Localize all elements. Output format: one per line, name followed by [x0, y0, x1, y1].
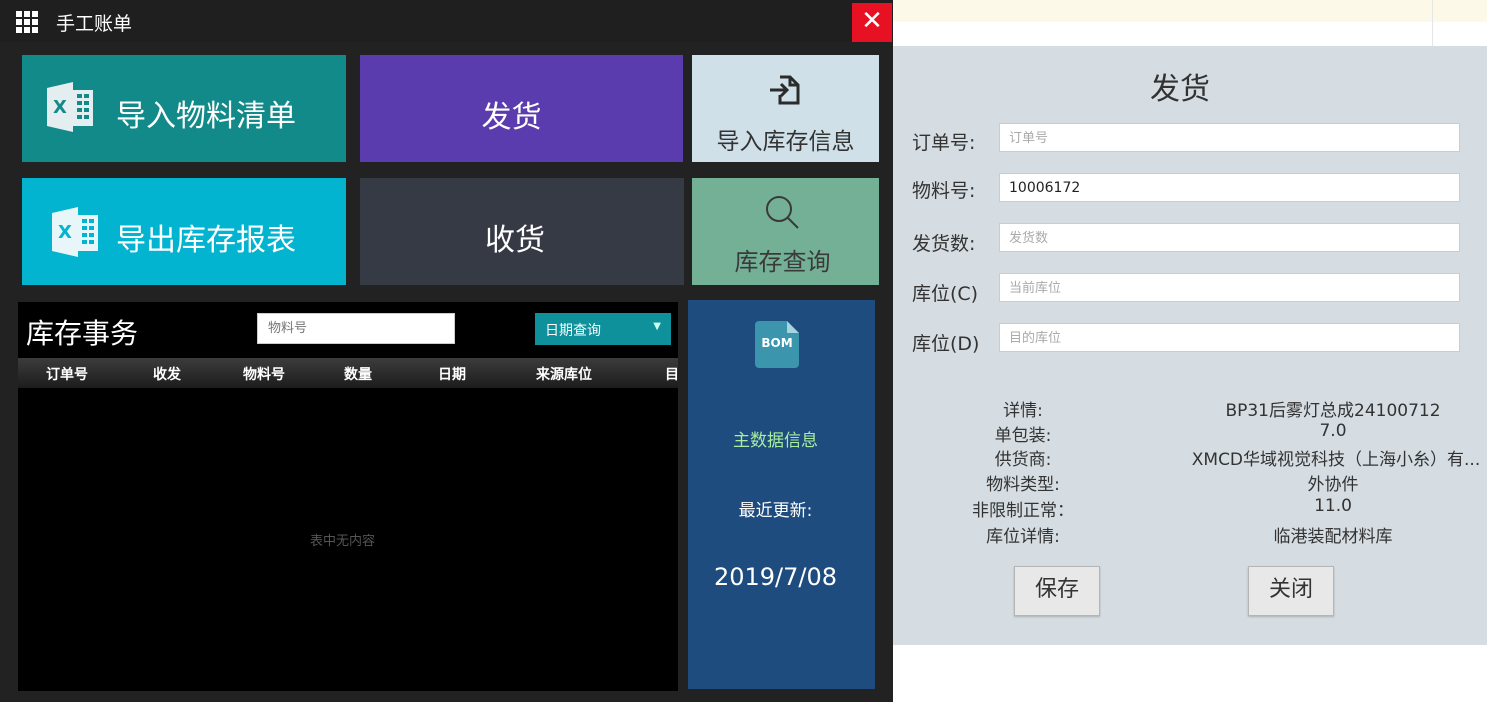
material-search-input[interactable]	[257, 313, 455, 344]
destination-location-input[interactable]	[999, 323, 1460, 352]
ship-label: 发货	[481, 100, 542, 135]
receive-tile[interactable]: 收货	[360, 178, 684, 285]
file-import-icon	[768, 73, 802, 111]
ship-dialog: 发货 订单号: 物料号: 发货数: 库位(C) 库位(D) 详情: BP31后雾…	[893, 46, 1487, 645]
unit-pack-label: 单包装:	[994, 426, 1052, 446]
import-materials-tile[interactable]: X 导入物料清单	[22, 55, 346, 162]
column-source-location[interactable]: 来源库位	[536, 364, 592, 384]
import-stock-label: 导入库存信息	[716, 129, 855, 155]
material-no-label: 物料号:	[912, 180, 976, 202]
dialog-title: 发货	[1150, 72, 1210, 107]
background-divider	[1432, 0, 1433, 46]
unrestricted-label: 非限制正常：	[972, 501, 1074, 521]
app-title: 手工账单	[56, 13, 133, 35]
date-filter-dropdown[interactable]: 日期查询 ▼	[535, 313, 671, 345]
column-material-no[interactable]: 物料号	[243, 364, 285, 384]
column-order-no[interactable]: 订单号	[46, 364, 88, 384]
excel-icon: X	[47, 80, 95, 134]
current-location-label: 库位(C)	[912, 283, 979, 305]
material-type-label: 物料类型:	[986, 475, 1060, 495]
unrestricted-value: 11.0	[1314, 496, 1352, 516]
ship-quantity-input[interactable]	[999, 223, 1460, 252]
last-update-date: 2019/7/08	[713, 563, 838, 591]
stock-query-label: 库存查询	[734, 248, 831, 276]
bom-file-icon: BOM	[755, 321, 799, 368]
title-bar: 手工账单 ✕	[0, 0, 893, 42]
ship-quantity-label: 发货数:	[912, 233, 976, 255]
empty-table-message: 表中无内容	[310, 534, 376, 549]
chevron-down-icon: ▼	[653, 321, 661, 332]
supplier-label: 供货商:	[994, 450, 1052, 470]
close-button[interactable]: 关闭	[1248, 566, 1334, 616]
location-detail-value: 临港装配材料库	[1273, 527, 1393, 547]
master-data-label: 主数据信息	[733, 431, 818, 451]
inventory-transactions-panel: 库存事务 日期查询 ▼ 订单号 收发 物料号 数量 日期 来源库位 目 表中无内…	[18, 302, 678, 691]
svg-text:X: X	[53, 97, 67, 118]
ship-tile[interactable]: 发货	[360, 55, 683, 162]
stock-query-tile[interactable]: 库存查询	[692, 178, 879, 285]
table-header: 订单号 收发 物料号 数量 日期 来源库位 目	[18, 358, 678, 388]
material-no-input[interactable]	[999, 173, 1460, 202]
column-direction[interactable]: 收发	[153, 364, 181, 384]
order-no-input[interactable]	[999, 123, 1460, 152]
material-type-value: 外协件	[1307, 475, 1359, 495]
close-window-button[interactable]: ✕	[852, 3, 892, 42]
last-update-label: 最近更新:	[738, 501, 813, 521]
grid-menu-icon[interactable]	[16, 11, 40, 33]
main-window: 手工账单 ✕ X 导入物料清单 发货 导入库存信息 X 导出库存报表 收货 库存…	[0, 0, 893, 702]
export-report-tile[interactable]: X 导出库存报表	[22, 178, 346, 285]
svg-text:X: X	[58, 222, 72, 243]
destination-location-label: 库位(D)	[912, 333, 980, 355]
date-filter-label: 日期查询	[545, 323, 601, 339]
import-stock-tile[interactable]: 导入库存信息	[692, 55, 879, 162]
master-data-panel[interactable]: BOM 主数据信息 最近更新: 2019/7/08	[688, 300, 875, 689]
detail-label: 详情:	[1003, 401, 1043, 421]
column-target-location[interactable]: 目	[665, 364, 678, 384]
detail-value: BP31后雾灯总成24100712	[1225, 401, 1441, 421]
import-materials-label: 导入物料清单	[116, 99, 296, 134]
location-detail-label: 库位详情:	[986, 527, 1060, 547]
column-quantity[interactable]: 数量	[344, 364, 372, 384]
receive-label: 收货	[485, 223, 545, 258]
unit-pack-value: 7.0	[1319, 421, 1347, 441]
order-no-label: 订单号:	[912, 132, 976, 154]
excel-icon: X	[52, 205, 100, 259]
current-location-input[interactable]	[999, 273, 1460, 302]
column-date[interactable]: 日期	[438, 364, 466, 384]
save-button[interactable]: 保存	[1014, 566, 1100, 616]
background-banner	[893, 0, 1487, 22]
export-report-label: 导出库存报表	[116, 223, 296, 258]
search-icon	[762, 193, 802, 237]
supplier-value: XMCD华域视觉科技（上海小糸）有...	[1191, 450, 1481, 470]
transactions-title: 库存事务	[26, 317, 139, 350]
